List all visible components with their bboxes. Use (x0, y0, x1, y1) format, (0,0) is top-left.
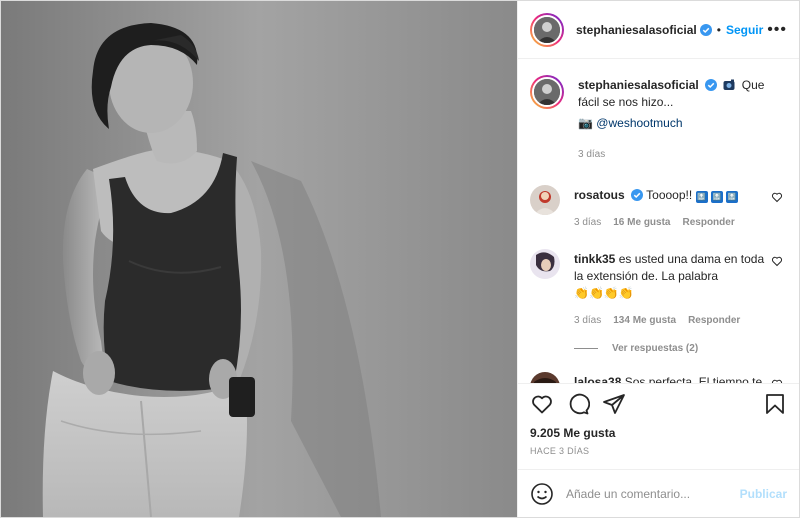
top-emoji: 🔝 (710, 191, 723, 203)
bookmark-icon[interactable] (763, 392, 787, 416)
comment-item: tinkk35 es usted una dama en toda la ext… (530, 249, 787, 329)
commenter-username[interactable]: lalosa38 (574, 375, 621, 383)
caption-username[interactable]: stephaniesalasoficial (578, 78, 699, 92)
comment-input[interactable] (566, 486, 740, 501)
commenter-avatar[interactable] (530, 249, 560, 279)
post-side-panel: stephaniesalasoficial • Seguir ••• steph… (517, 1, 799, 517)
credit-mention-link[interactable]: @weshootmuch (596, 116, 682, 130)
commenter-avatar[interactable] (530, 372, 560, 383)
caption-time[interactable]: 3 días (578, 146, 605, 163)
publish-button[interactable]: Publicar (740, 487, 787, 501)
view-replies-label: Ver respuestas (2) (612, 343, 699, 354)
photo-image (1, 1, 517, 517)
author-avatar[interactable] (530, 12, 564, 47)
clap-emojis: 👏👏👏👏 (574, 286, 634, 300)
commenter-username[interactable]: tinkk35 (574, 252, 615, 266)
camera-emoji: 📷 (578, 116, 593, 130)
add-comment-bar: Publicar (518, 469, 799, 517)
camera-flash-icon (723, 79, 735, 90)
post-date[interactable]: HACE 3 DÍAS (518, 443, 799, 469)
author-username[interactable]: stephaniesalasoficial (576, 23, 697, 37)
more-options-icon[interactable]: ••• (767, 21, 787, 38)
commenter-username[interactable]: rosatous (574, 188, 625, 202)
comments-list[interactable]: stephaniesalasoficial Que fácil se nos h… (518, 59, 799, 383)
commenter-avatar[interactable] (530, 185, 560, 215)
likes-count[interactable]: 9.205 Me gusta (518, 423, 799, 443)
comment-likes[interactable]: 134 Me gusta (613, 312, 676, 329)
comment-item: lalosa38 Sos perfecta. El tiempo te dio … (530, 372, 787, 383)
caption: stephaniesalasoficial Que fácil se nos h… (530, 75, 787, 163)
emoji-icon[interactable] (530, 482, 554, 506)
heart-icon[interactable] (530, 392, 554, 416)
comment-likes[interactable]: 16 Me gusta (613, 214, 670, 231)
follow-button[interactable]: Seguir (726, 23, 763, 37)
share-icon[interactable] (602, 392, 626, 416)
view-replies-button[interactable]: Ver respuestas (2) (574, 343, 787, 354)
post-photo[interactable] (1, 1, 517, 517)
like-comment-heart-icon[interactable] (771, 191, 783, 203)
top-emoji: 🔝 (695, 191, 708, 203)
reply-button[interactable]: Responder (683, 214, 735, 231)
separator-dot: • (716, 22, 721, 37)
caption-avatar[interactable] (530, 75, 564, 109)
like-comment-heart-icon[interactable] (771, 378, 783, 383)
verified-badge-icon (705, 79, 718, 91)
comment-item: rosatous Toooop!! 🔝 🔝 🔝 3 días 16 Me gus… (530, 185, 787, 231)
verified-badge-icon (631, 189, 644, 201)
instagram-post: stephaniesalasoficial • Seguir ••• steph… (0, 0, 800, 518)
verified-badge-icon (699, 23, 712, 36)
comment-icon[interactable] (566, 392, 590, 416)
comment-time[interactable]: 3 días (574, 214, 601, 231)
like-comment-heart-icon[interactable] (771, 255, 783, 267)
post-header: stephaniesalasoficial • Seguir ••• (518, 1, 799, 59)
comment-text: Toooop!! (646, 188, 696, 202)
top-emoji: 🔝 (726, 191, 739, 203)
comment-time[interactable]: 3 días (574, 312, 601, 329)
action-bar (518, 383, 799, 423)
reply-button[interactable]: Responder (688, 312, 740, 329)
replies-divider (574, 348, 598, 349)
